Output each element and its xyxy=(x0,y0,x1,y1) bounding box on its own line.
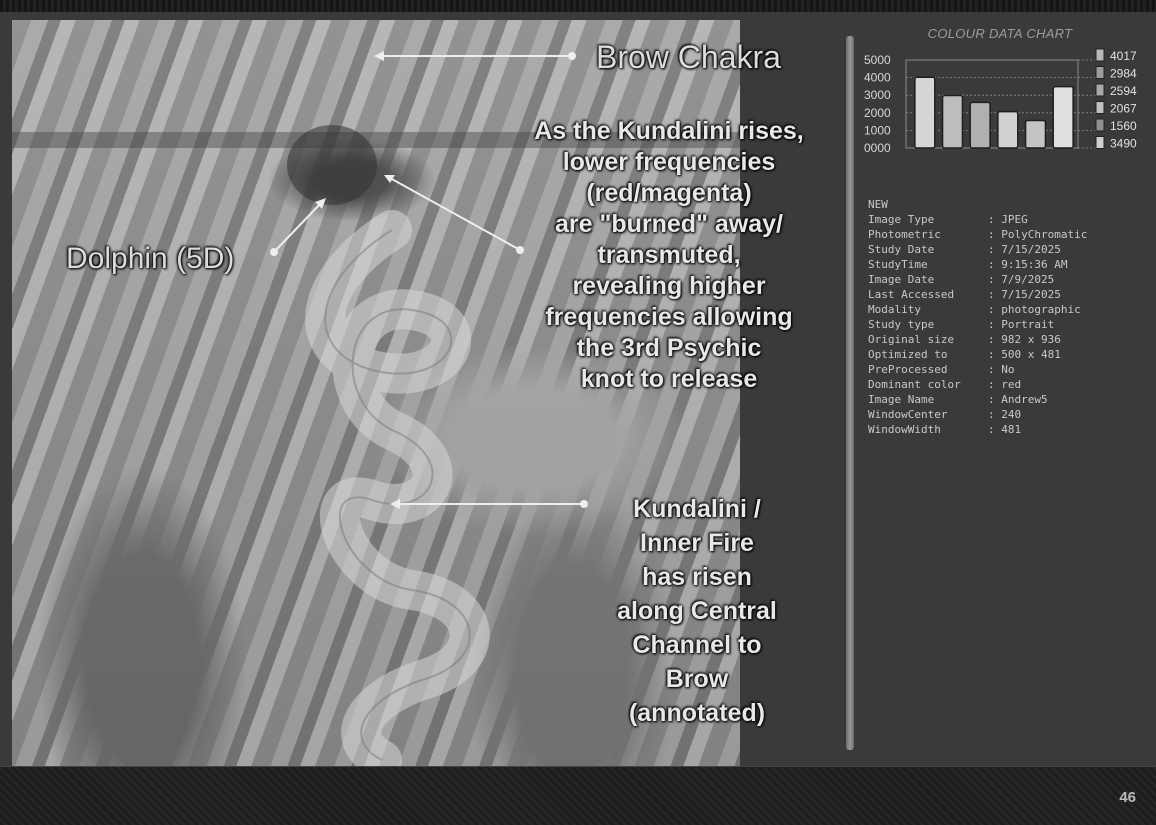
inner-fire-line: Kundalini / xyxy=(633,495,761,523)
chart-legend-swatch xyxy=(1095,101,1105,114)
brow-chakra-label: Brow Chakra xyxy=(596,39,781,75)
kundalini-rises-line: revealing higher xyxy=(572,272,766,300)
chart-legend-swatch xyxy=(1095,136,1105,149)
kundalini-rises-line: (red/magenta) xyxy=(586,179,752,207)
chart-legend-swatch xyxy=(1095,83,1105,97)
metadata-row: Optimized to : 500 x 481 xyxy=(868,347,1087,362)
inner-fire-line: Inner Fire xyxy=(640,529,754,557)
chart-y-tick-label: 3000 xyxy=(864,88,891,102)
chart-y-tick-label: 2000 xyxy=(864,106,891,120)
chart-y-tick-label: 5000 xyxy=(864,53,891,67)
bottom-border: 46 xyxy=(0,766,1156,825)
metadata-value: : PolyChromatic xyxy=(988,228,1088,241)
chart-bar xyxy=(941,94,964,149)
metadata-row: StudyTime : 9:15:36 AM xyxy=(868,257,1087,272)
kundalini-rises-line: As the Kundalini rises, xyxy=(534,117,804,145)
inner-fire-line: has risen xyxy=(642,563,752,591)
colour-data-chart: 5000 4000 3000 2000 1000 0000 4017 2984 2594 2067… xyxy=(864,48,1137,155)
chart-legend-swatch xyxy=(1095,66,1105,79)
chart-bar xyxy=(1052,85,1074,149)
metadata-value: : No xyxy=(988,363,1015,376)
metadata-value: : 9:15:36 AM xyxy=(988,258,1068,271)
page-number: 46 xyxy=(1119,789,1136,806)
metadata-row: Dominant color : red xyxy=(868,377,1087,392)
metadata-value: : 982 x 936 xyxy=(988,333,1061,346)
metadata-key: Optimized to xyxy=(868,348,948,361)
panel-divider xyxy=(846,36,854,750)
metadata-key: Photometric xyxy=(868,228,941,241)
metadata-row: Modality : photographic xyxy=(868,302,1087,317)
metadata-key: Study type xyxy=(868,318,935,331)
metadata-row: WindowCenter : 240 xyxy=(868,407,1087,422)
metadata-row: Image Name : Andrew5 xyxy=(868,392,1087,407)
metadata-key: WindowWidth xyxy=(868,423,941,436)
metadata-key: Image Type xyxy=(868,213,935,226)
metadata-value: : photographic xyxy=(988,303,1081,316)
metadata-key: Dominant color xyxy=(868,378,961,391)
inner-fire-line: along Central xyxy=(617,597,777,625)
kundalini-rises-line: frequencies allowing xyxy=(545,303,793,331)
dolphin-label: Dolphin (5D) xyxy=(66,242,235,275)
inner-fire-line: (annotated) xyxy=(628,699,766,727)
metadata-value: : 7/9/2025 xyxy=(988,273,1055,286)
chart-legend-value: 2594 xyxy=(1110,84,1137,98)
metadata-key: Image Date xyxy=(868,273,935,286)
metadata-row: Image Date : 7/9/2025 xyxy=(868,272,1087,287)
metadata-row: Original size : 982 x 936 xyxy=(868,332,1087,347)
metadata-row: Study type : Portrait xyxy=(868,317,1087,332)
kundalini-rises-line: knot to release xyxy=(580,365,758,393)
image-metadata: NEW Image Type : JPEG Photometric : PolyChr… xyxy=(868,197,1087,437)
metadata-key: PreProcessed xyxy=(868,363,948,376)
chart-y-tick-label: 4000 xyxy=(864,71,891,85)
metadata-value: : 500 x 481 xyxy=(988,348,1061,361)
metadata-value: : 240 xyxy=(988,408,1022,421)
metadata-value: : Andrew5 xyxy=(988,393,1048,406)
kundalini-rises-line: are "burned" away/ xyxy=(555,210,783,238)
kundalini-rises-line: transmuted, xyxy=(597,241,741,269)
metadata-row: Last Accessed : 7/15/2025 xyxy=(868,287,1087,302)
metadata-key: Image Name xyxy=(868,393,935,406)
metadata-key: Original size xyxy=(868,333,955,346)
metadata-value: : JPEG xyxy=(988,213,1028,226)
chart-y-tick-label: 0000 xyxy=(864,141,891,155)
top-border xyxy=(0,0,1156,12)
metadata-key: Modality xyxy=(868,303,921,316)
inner-fire-label: Kundalini / Inner Fire has risen along C… xyxy=(594,492,800,730)
chart-legend-swatch xyxy=(1095,118,1105,132)
kundalini-rises-line: lower frequencies xyxy=(562,148,776,176)
metadata-value: : 481 xyxy=(988,423,1022,436)
metadata-value: : 7/15/2025 xyxy=(988,243,1061,256)
chart-bar xyxy=(914,76,936,149)
inner-fire-line: Brow xyxy=(665,665,729,693)
metadata-header: NEW xyxy=(868,198,888,211)
chart-title: COLOUR DATA CHART xyxy=(927,26,1073,41)
chart-legend-value: 2984 xyxy=(1110,67,1137,81)
chart-y-tick-label: 1000 xyxy=(864,123,891,137)
chart-legend-value: 3490 xyxy=(1110,137,1137,151)
chart-bar xyxy=(997,110,1019,149)
metadata-row: WindowWidth : 481 xyxy=(868,422,1087,437)
metadata-key: Last Accessed xyxy=(868,288,955,301)
metadata-value: : 7/15/2025 xyxy=(988,288,1061,301)
metadata-row: Study Date : 7/15/2025 xyxy=(868,242,1087,257)
metadata-value: : Portrait xyxy=(988,318,1055,331)
chart-legend-value: 4017 xyxy=(1110,49,1137,63)
metadata-key: StudyTime xyxy=(868,258,928,271)
chart-legend-value: 1560 xyxy=(1110,119,1137,133)
chart-legend-swatch xyxy=(1095,48,1105,62)
metadata-row: PreProcessed : No xyxy=(868,362,1087,377)
metadata-rows: Image Type : JPEG Photometric : PolyChromat… xyxy=(868,212,1087,437)
inner-fire-line: Channel to xyxy=(632,631,762,659)
metadata-row: Image Type : JPEG xyxy=(868,212,1087,227)
metadata-key: Study Date xyxy=(868,243,935,256)
chart-bar xyxy=(969,101,991,149)
metadata-value: : red xyxy=(988,378,1022,391)
chart-legend-value: 2067 xyxy=(1110,102,1137,116)
kundalini-rises-line: the 3rd Psychic xyxy=(576,334,762,362)
metadata-row: Photometric : PolyChromatic xyxy=(868,227,1087,242)
kundalini-rises-label: As the Kundalini rises, lower frequencie… xyxy=(506,116,832,395)
chart-bar xyxy=(1024,119,1047,149)
metadata-key: WindowCenter xyxy=(868,408,948,421)
